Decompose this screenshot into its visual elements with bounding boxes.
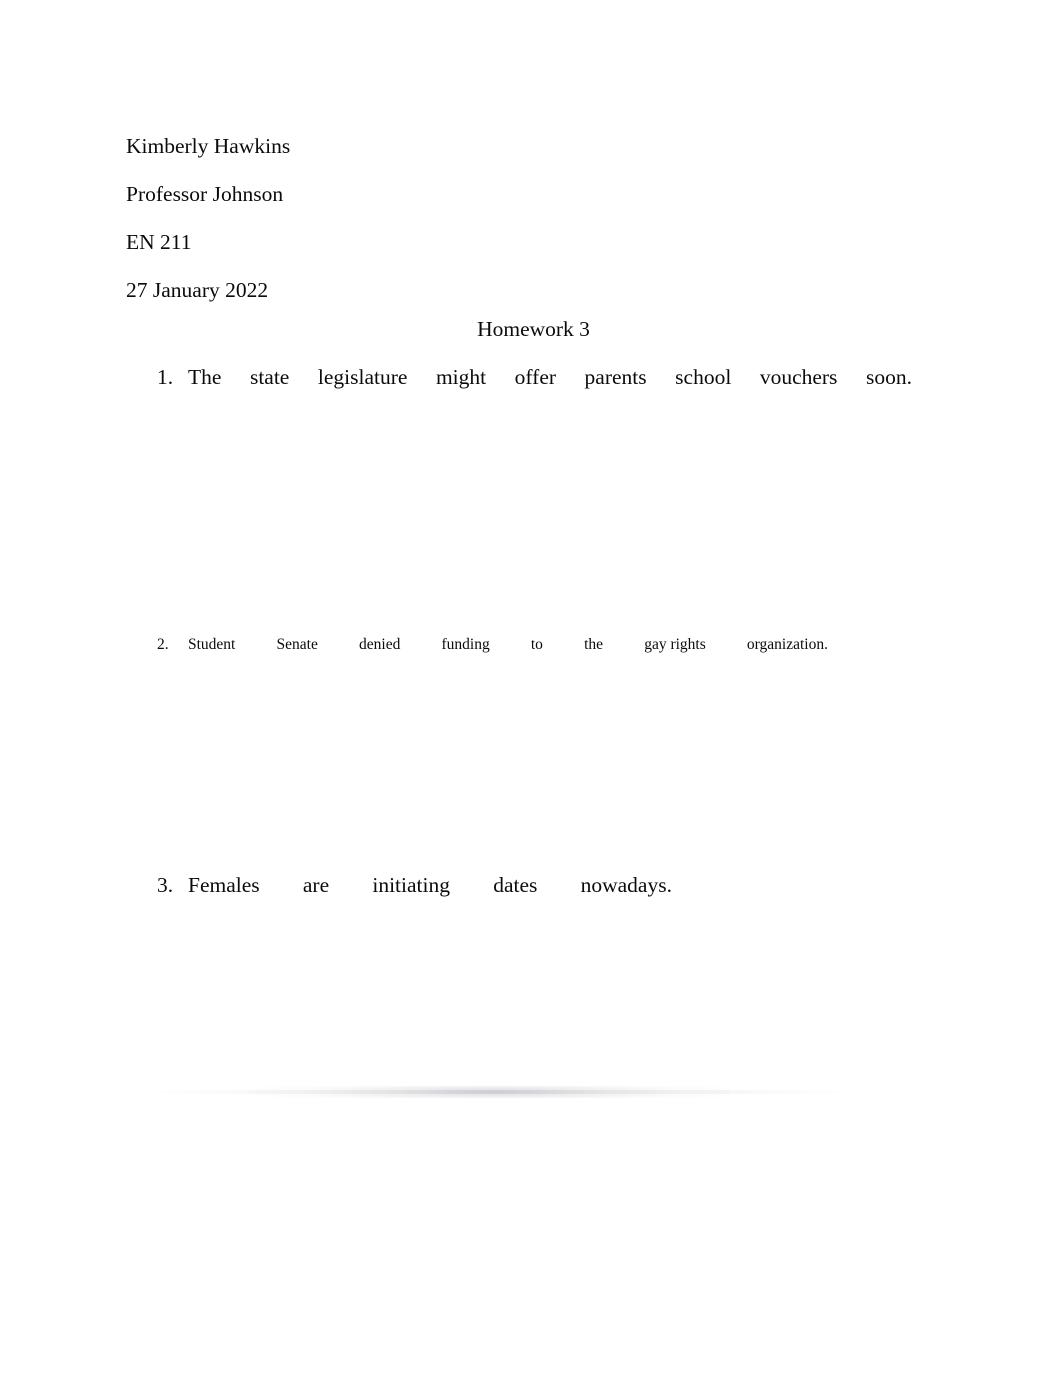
list-item: 1. The state legislature might offer parents s…	[157, 362, 912, 392]
course-code: EN 211	[126, 230, 192, 254]
word: vouchers	[759, 365, 838, 389]
mla-heading-block: Kimberly Hawkins Professor Johnson EN 21…	[126, 122, 916, 314]
list-item-marker: 2.	[157, 636, 169, 653]
student-name: Kimberly Hawkins	[126, 134, 291, 158]
word: Females	[188, 873, 260, 897]
word: Senate	[276, 636, 318, 653]
word: legislature	[317, 365, 408, 389]
page-break-shadow	[150, 1090, 850, 1094]
word: parents	[584, 365, 647, 389]
word: gay rights	[644, 636, 706, 653]
word: dates	[493, 873, 538, 897]
assignment-date: 27 January 2022	[126, 278, 269, 302]
word: soon.	[865, 365, 912, 389]
word: denied	[359, 636, 401, 653]
word: initiating	[372, 873, 450, 897]
word: to	[530, 636, 543, 653]
scan-shadow-artifact	[255, 1086, 730, 1098]
list-item-text: Student Senate denied funding to the gay right…	[188, 633, 912, 657]
word: The	[188, 365, 222, 389]
word: might	[435, 365, 487, 389]
document-page: Kimberly Hawkins Professor Johnson EN 21…	[0, 0, 1062, 1377]
word: state	[249, 365, 290, 389]
list-item-text: The state legislature might offer parents scho…	[188, 362, 912, 392]
word: the	[584, 636, 604, 653]
word: offer	[514, 365, 557, 389]
page-title: Homework 3	[477, 317, 590, 341]
word: are	[302, 873, 330, 897]
list-item-marker: 1.	[157, 365, 174, 389]
word: nowadays.	[580, 873, 672, 897]
list-item-marker: 3.	[157, 873, 174, 897]
list-item: 3. Females are initiating dates nowadays.	[157, 870, 912, 900]
word: Student	[188, 636, 236, 653]
instructor-name: Professor Johnson	[126, 182, 284, 206]
list-item-text: Females are initiating dates nowadays.	[188, 870, 912, 900]
word: organization.	[746, 636, 828, 653]
word: school	[675, 365, 732, 389]
word: funding	[441, 636, 490, 653]
list-item: 2. Student Senate denied funding to the gay ri…	[157, 633, 912, 657]
